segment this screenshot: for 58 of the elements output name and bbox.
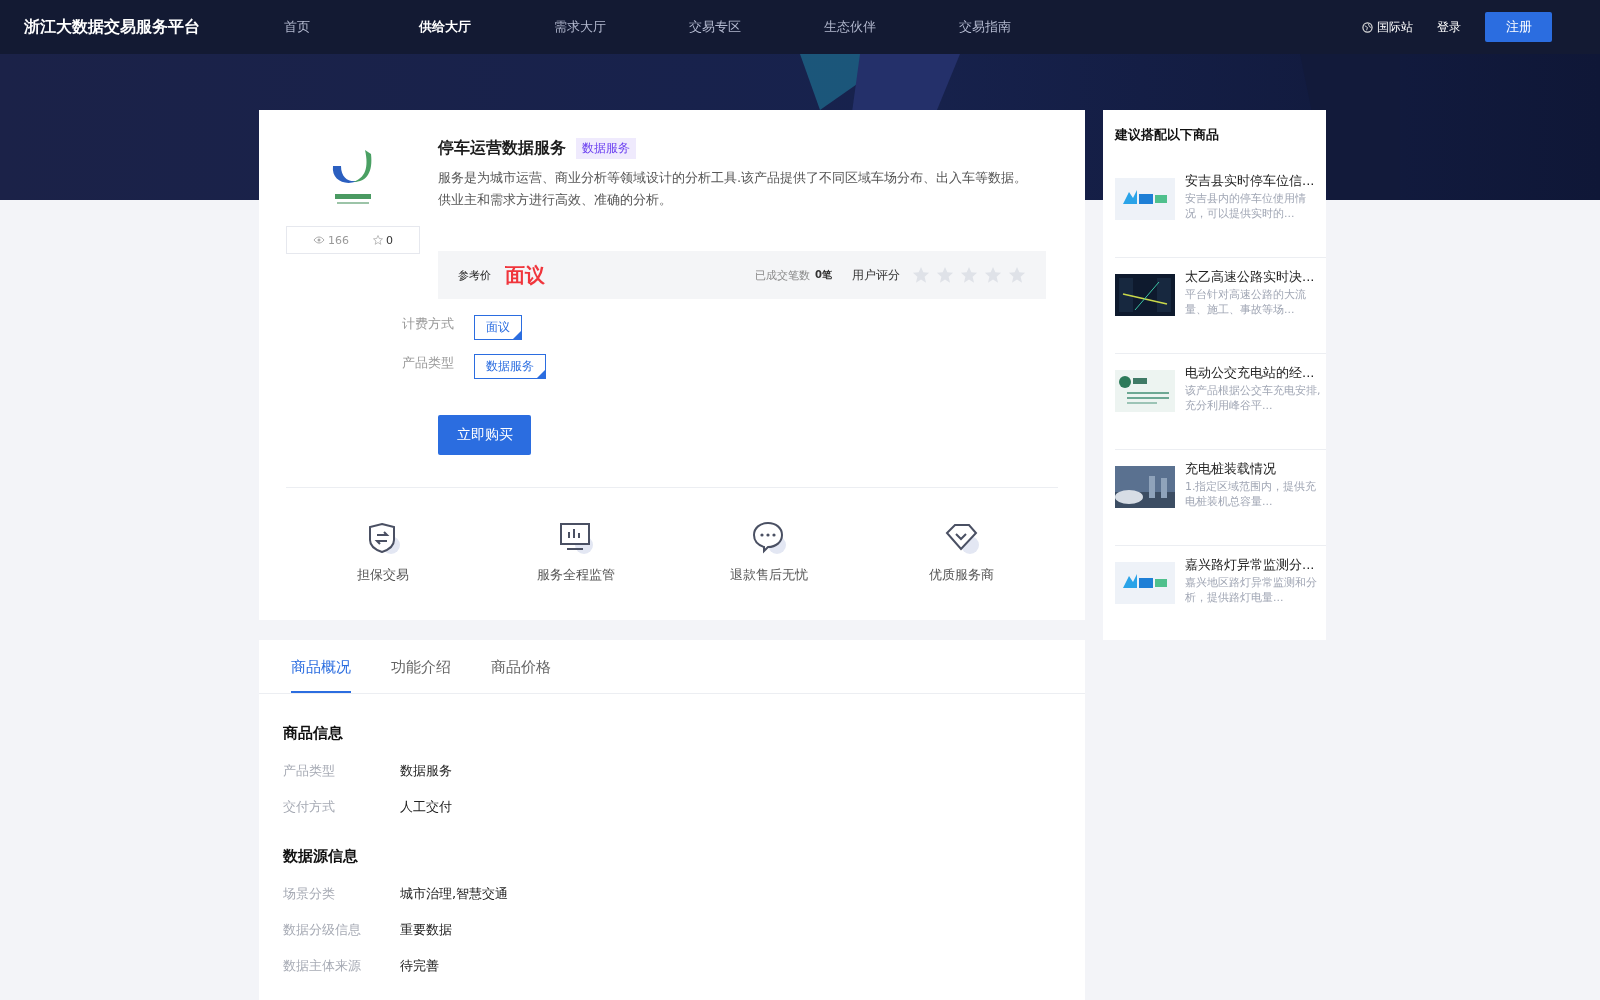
tab[interactable]: 功能介绍 bbox=[391, 640, 451, 693]
site-logo[interactable]: 浙江大数据交易服务平台 bbox=[24, 16, 284, 38]
language-link[interactable]: 国际站 bbox=[1377, 18, 1413, 36]
view-count: 166 bbox=[328, 233, 349, 247]
attribute-option[interactable]: 面议 bbox=[474, 315, 522, 340]
attribute-option[interactable]: 数据服务 bbox=[474, 354, 546, 379]
product-link[interactable]: 充电桩装载情况 bbox=[1185, 460, 1325, 477]
field-label: 数据主体来源 bbox=[283, 957, 362, 975]
product-description: 服务是为城市运营、商业分析等领域设计的分析工具.该产品提供了不同区域车场分布、出入车等数据。供业主和需求方进行高效、准确的分析。 bbox=[438, 169, 1029, 209]
buy-button[interactable]: 立即购买 bbox=[438, 415, 531, 455]
rating-label: 用户评分 bbox=[852, 266, 900, 284]
guarantee-label: 退款售后无忧 bbox=[729, 566, 808, 584]
section-title: 商品信息 bbox=[283, 724, 344, 743]
eye-icon bbox=[313, 236, 325, 244]
nav-link[interactable]: 供给大厅 bbox=[419, 18, 554, 36]
field-label: 数据分级信息 bbox=[283, 921, 362, 939]
field-value: 待完善 bbox=[400, 957, 439, 975]
nav-link[interactable]: 需求大厅 bbox=[554, 18, 689, 36]
product-link[interactable]: 太乙高速公路实时决... bbox=[1185, 268, 1325, 285]
field-value: 数据服务 bbox=[400, 762, 452, 780]
nav-link[interactable]: 交易指南 bbox=[959, 18, 1094, 36]
nav-link[interactable]: 生态伙伴 bbox=[824, 18, 959, 36]
attribute-label: 产品类型 bbox=[402, 354, 455, 372]
field-value: 城市治理,智慧交通 bbox=[400, 885, 509, 903]
tab[interactable]: 商品价格 bbox=[491, 640, 551, 693]
product-title: 停车运营数据服务 bbox=[438, 138, 566, 159]
product-summary: 嘉兴地区路灯异常监测和分析，提供路灯电量... bbox=[1185, 575, 1318, 605]
nav-link[interactable]: 首页 bbox=[284, 18, 419, 36]
section-title: 数据源信息 bbox=[283, 847, 359, 866]
category-tag: 数据服务 bbox=[576, 138, 636, 159]
product-summary: 安吉县内的停车位使用情况，可以提供实时的... bbox=[1185, 191, 1307, 221]
globe-icon[interactable] bbox=[1362, 21, 1373, 33]
field-label: 产品类型 bbox=[283, 762, 336, 780]
panel-title: 建议搭配以下商品 bbox=[1115, 126, 1220, 144]
favorite-count: 0 bbox=[386, 233, 393, 247]
price-value: 面议 bbox=[505, 261, 545, 289]
product-link[interactable]: 电动公交充电站的经... bbox=[1185, 364, 1325, 381]
deals-label: 已成交笔数 bbox=[755, 267, 811, 283]
guarantee-label: 服务全程监管 bbox=[536, 566, 615, 584]
register-button[interactable]: 注册 bbox=[1485, 12, 1552, 42]
product-summary: 1.指定区域范围内，提供充电桩装机总容量... bbox=[1185, 479, 1318, 509]
field-value: 重要数据 bbox=[400, 921, 452, 939]
star-icon[interactable] bbox=[373, 235, 383, 245]
nav-link[interactable]: 交易专区 bbox=[689, 18, 824, 36]
product-summary: 该产品根据公交车充电安排,充分利用峰谷平... bbox=[1185, 383, 1322, 413]
login-link[interactable]: 登录 bbox=[1437, 18, 1461, 36]
attribute-label: 计费方式 bbox=[402, 315, 455, 333]
product-summary: 平台针对高速公路的大流量、施工、事故等场... bbox=[1185, 287, 1307, 317]
guarantee-label: 担保交易 bbox=[356, 566, 409, 584]
field-label: 交付方式 bbox=[283, 798, 336, 816]
deals-count: 0笔 bbox=[815, 268, 832, 282]
product-link[interactable]: 安吉县实时停车位信... bbox=[1185, 172, 1325, 189]
price-label: 参考价 bbox=[458, 267, 491, 283]
field-label: 场景分类 bbox=[283, 885, 336, 903]
guarantee-label: 优质服务商 bbox=[929, 566, 994, 584]
product-link[interactable]: 嘉兴路灯异常监测分... bbox=[1185, 556, 1325, 573]
field-value: 人工交付 bbox=[400, 798, 452, 816]
tab[interactable]: 商品概况 bbox=[291, 640, 351, 693]
